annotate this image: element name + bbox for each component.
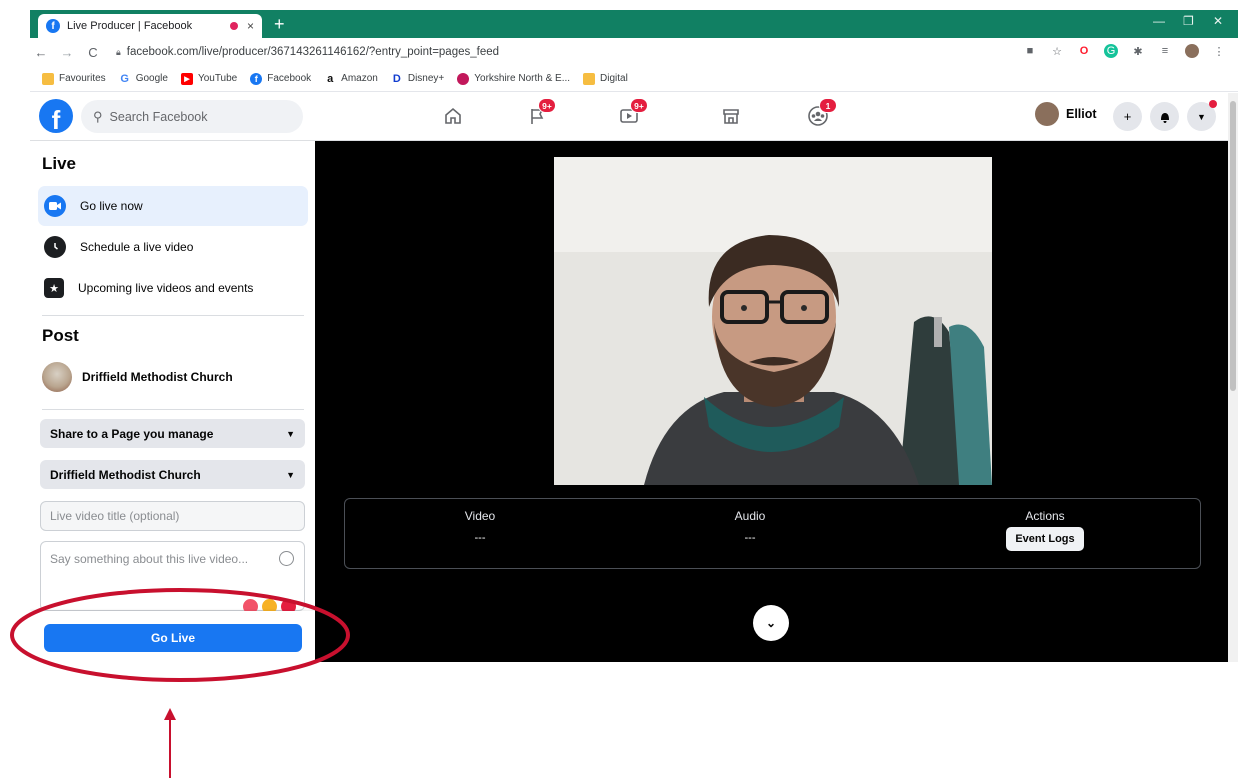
- divider: [42, 315, 304, 316]
- grammarly-icon[interactable]: G: [1104, 44, 1118, 58]
- go-live-button[interactable]: Go Live: [44, 624, 302, 652]
- reading-list-icon[interactable]: ≡: [1158, 44, 1172, 58]
- groups-icon[interactable]: 1: [805, 98, 837, 127]
- restore-icon[interactable]: ❐: [1183, 14, 1194, 28]
- url-text: facebook.com/live/producer/3671432611461…: [126, 46, 500, 58]
- share-destination-select[interactable]: Share to a Page you manage ▼: [40, 419, 305, 448]
- address-input[interactable]: 🔒︎ facebook.com/live/producer/3671432611…: [116, 46, 499, 58]
- home-icon[interactable]: [440, 105, 466, 127]
- pages-flag-icon[interactable]: 9+: [524, 98, 556, 127]
- back-icon[interactable]: ←: [32, 45, 50, 60]
- actions-metric: Actions Event Logs: [995, 509, 1095, 551]
- menu-dots-icon[interactable]: ⋮: [1212, 44, 1226, 58]
- bookmark-disney[interactable]: D Disney+: [391, 73, 444, 85]
- emoji-icon[interactable]: [279, 551, 294, 566]
- bookmark-digital[interactable]: Digital: [583, 72, 628, 85]
- dropdown-caret-icon: ▼: [286, 469, 295, 480]
- google-icon: G: [120, 72, 129, 85]
- chevron-down-icon[interactable]: ⌄: [753, 605, 789, 641]
- live-description-input[interactable]: Say something about this live video...: [40, 541, 305, 614]
- minimize-icon[interactable]: —: [1153, 14, 1165, 28]
- audio-metric: Audio ---: [734, 509, 766, 544]
- notification-dot-icon: [1209, 100, 1217, 108]
- profile-button[interactable]: Elliot: [1035, 102, 1097, 126]
- scrollbar-thumb[interactable]: [1230, 101, 1236, 391]
- youtube-icon: ▶: [180, 72, 193, 85]
- user-name: Elliot: [1066, 107, 1097, 121]
- facebook-logo-icon[interactable]: f: [39, 99, 73, 133]
- live-preview-stage: Video --- Audio --- Actions Event Logs ⌄: [315, 141, 1228, 662]
- sidebar-item-go-live-now[interactable]: Go live now: [38, 186, 308, 226]
- profile-avatar-icon[interactable]: [1185, 44, 1199, 58]
- page-identity: Driffield Methodist Church: [42, 362, 233, 392]
- page-select[interactable]: Driffield Methodist Church ▼: [40, 460, 305, 489]
- bookmark-facebook[interactable]: f Facebook: [250, 72, 311, 85]
- search-icon: ⚲: [93, 108, 103, 124]
- stream-health-panel: Video --- Audio --- Actions Event Logs: [344, 498, 1201, 569]
- watch-icon[interactable]: 9+: [616, 98, 648, 127]
- avatar: [1035, 102, 1059, 126]
- divider: [42, 409, 304, 410]
- sidebar-item-upcoming[interactable]: ★ Upcoming live videos and events: [38, 268, 308, 308]
- facebook-icon: f: [250, 72, 263, 85]
- browser-tab[interactable]: f Live Producer | Facebook ×: [38, 14, 262, 38]
- lock-icon: 🔒︎: [116, 46, 121, 57]
- live-title-input[interactable]: Live video title (optional): [40, 501, 305, 531]
- bookmark-star-icon[interactable]: ☆: [1050, 44, 1064, 58]
- disney-icon: D: [392, 72, 401, 85]
- reload-icon[interactable]: C: [84, 45, 102, 60]
- camera-indicator-icon[interactable]: ■: [1023, 44, 1037, 58]
- bookmark-google[interactable]: G Google: [119, 73, 168, 85]
- tab-close-icon[interactable]: ×: [247, 19, 254, 33]
- folder-icon: [583, 72, 596, 85]
- post-section-title: Post: [42, 326, 79, 345]
- groups-badge: 1: [819, 98, 837, 113]
- pages-badge: 9+: [538, 98, 556, 113]
- address-bar-row: ← → C 🔒︎ facebook.com/live/producer/3671…: [30, 38, 1238, 66]
- bookmark-amazon[interactable]: a Amazon: [324, 73, 378, 85]
- watch-badge: 9+: [630, 98, 648, 113]
- globe-icon: [457, 72, 470, 85]
- search-input[interactable]: ⚲ Search Facebook: [81, 100, 303, 133]
- window-close-icon[interactable]: ✕: [1213, 14, 1223, 28]
- extension-bar: ■ ☆ O G ✱ ≡ ⋮: [1023, 44, 1226, 58]
- marketplace-icon[interactable]: [718, 105, 744, 127]
- recording-indicator-icon: [229, 22, 238, 30]
- go-live-footer: Go Live: [30, 611, 315, 662]
- video-metric: Video ---: [464, 509, 496, 544]
- arrow-head-icon: [164, 708, 176, 720]
- account-menu-icon[interactable]: ▼: [1187, 100, 1217, 131]
- camera-preview: [554, 157, 992, 485]
- notifications-bell-icon[interactable]: [1150, 102, 1179, 131]
- event-logs-button[interactable]: Event Logs: [1006, 527, 1084, 551]
- live-section-title: Live: [42, 154, 77, 173]
- camera-icon: [44, 195, 66, 217]
- tab-title: Live Producer | Facebook: [67, 20, 193, 32]
- create-icon[interactable]: +: [1113, 102, 1142, 131]
- bookmark-youtube[interactable]: ▶ YouTube: [180, 72, 237, 85]
- folder-icon: [42, 72, 54, 85]
- extensions-icon[interactable]: ✱: [1131, 44, 1145, 58]
- calendar-star-icon: ★: [44, 278, 64, 298]
- facebook-favicon-icon: f: [46, 19, 60, 33]
- sidebar-item-schedule[interactable]: Schedule a live video: [38, 227, 308, 267]
- clock-icon: [44, 236, 66, 258]
- page-name: Driffield Methodist Church: [82, 370, 233, 384]
- page-scrollbar[interactable]: [1228, 93, 1238, 662]
- bookmark-yorkshire[interactable]: Yorkshire North & E...: [457, 72, 570, 85]
- page-avatar: [42, 362, 72, 392]
- live-producer-sidebar: Live Go live now Schedule a live video ★…: [30, 141, 315, 662]
- amazon-icon: a: [327, 72, 334, 85]
- browser-tab-bar: f Live Producer | Facebook × + — ❐ ✕: [30, 10, 1238, 38]
- new-tab-button[interactable]: +: [274, 13, 285, 35]
- forward-icon[interactable]: →: [58, 45, 76, 60]
- bookmark-favourites[interactable]: Favourites: [42, 72, 106, 85]
- camera-feed-image: [554, 157, 992, 485]
- bookmarks-bar: Favourites G Google ▶ YouTube f Facebook…: [30, 66, 1238, 92]
- dropdown-caret-icon: ▼: [286, 428, 295, 439]
- opera-icon[interactable]: O: [1077, 44, 1091, 58]
- facebook-top-nav: f ⚲ Search Facebook 9+ 9+ 1 Elliot + ▼: [30, 93, 1228, 141]
